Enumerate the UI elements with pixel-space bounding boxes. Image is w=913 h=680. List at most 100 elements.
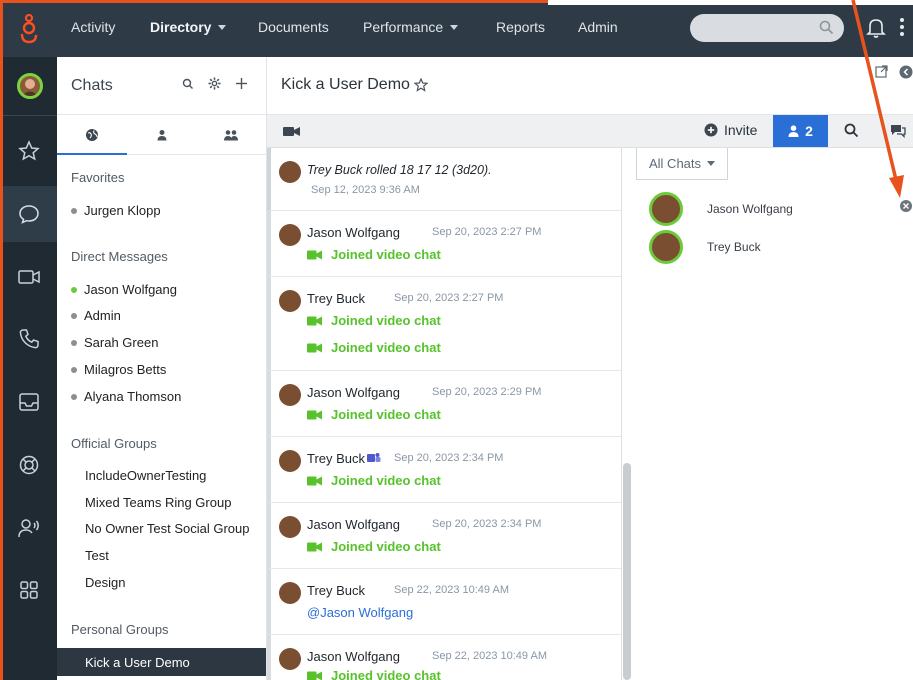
participants-button[interactable]: 2	[773, 115, 828, 147]
message-author[interactable]: Jason Wolfgang	[307, 517, 400, 532]
participant-name: Jason Wolfgang	[707, 202, 793, 216]
dm-item-name: Milagros Betts	[84, 362, 167, 377]
video-icon[interactable]	[0, 249, 57, 305]
dm-item[interactable]: Milagros Betts	[71, 362, 166, 377]
nav-reports[interactable]: Reports	[496, 19, 545, 35]
official-group-item[interactable]: Mixed Teams Ring Group	[85, 495, 231, 510]
favorites-star-icon[interactable]	[0, 123, 57, 179]
video-joined-line: Joined video chat	[307, 407, 441, 422]
left-rail	[0, 57, 57, 680]
chevron-down-icon	[707, 161, 716, 166]
system-message-text: Trey Buck rolled 18 17 12 (3d20).	[307, 163, 492, 177]
user-avatar[interactable]	[17, 73, 43, 99]
dm-item[interactable]: Sarah Green	[71, 335, 158, 350]
threads-icon[interactable]	[889, 123, 907, 138]
message-timestamp: Sep 20, 2023 2:27 PM	[394, 292, 504, 304]
group-icon	[223, 129, 239, 141]
more-options-icon[interactable]	[898, 16, 906, 38]
pop-out-icon[interactable]	[875, 65, 888, 78]
nav-reports-label: Reports	[496, 19, 546, 35]
nav-admin[interactable]: Admin	[578, 19, 618, 35]
message-author[interactable]: Trey Buck	[307, 291, 365, 306]
dm-item[interactable]: Jason Wolfgang	[71, 282, 177, 297]
official-group-item[interactable]: Design	[85, 575, 125, 590]
participant-row[interactable]: Jason Wolfgang	[649, 192, 793, 226]
message-item: Jason Wolfgang Sep 22, 2023 10:49 AM Joi…	[267, 635, 621, 680]
favorite-item[interactable]: Jurgen Klopp	[71, 203, 161, 218]
dm-item[interactable]: Admin	[71, 308, 121, 323]
user-mention-link[interactable]: @Jason Wolfgang	[307, 605, 413, 620]
message-author[interactable]: Jason Wolfgang	[307, 385, 400, 400]
video-joined-line: Joined video chat	[307, 539, 441, 554]
notifications-bell-icon[interactable]	[866, 17, 886, 39]
message-list: Trey Buck rolled 18 17 12 (3d20). Sep 12…	[267, 148, 622, 680]
search-icon[interactable]	[844, 123, 859, 138]
nav-directory[interactable]: Directory	[150, 19, 227, 35]
tab-groups[interactable]	[196, 115, 266, 154]
video-joined-text: Joined video chat	[331, 340, 441, 355]
inbox-icon[interactable]	[0, 374, 57, 430]
nav-performance[interactable]: Performance	[363, 19, 459, 35]
favorite-star-icon[interactable]	[414, 78, 428, 92]
direct-messages-section-title: Direct Messages	[71, 249, 168, 264]
message-author[interactable]: Trey Buck	[307, 451, 365, 466]
video-joined-text: Joined video chat	[331, 473, 441, 488]
video-joined-line: Joined video chat	[307, 313, 441, 328]
dm-item-name: Admin	[84, 308, 121, 323]
dm-item-name: Alyana Thomson	[84, 389, 182, 404]
message-author[interactable]: Trey Buck	[307, 583, 365, 598]
nav-documents[interactable]: Documents	[258, 19, 329, 35]
avatar	[279, 161, 301, 183]
official-group-item[interactable]: Test	[85, 548, 109, 563]
apps-grid-icon[interactable]	[0, 562, 57, 618]
person-icon	[156, 129, 168, 141]
message-author[interactable]: Jason Wolfgang	[307, 649, 400, 664]
video-joined-text: Joined video chat	[331, 539, 441, 554]
video-call-icon[interactable]	[283, 126, 300, 137]
message-scrollbar[interactable]	[623, 463, 631, 680]
official-group-item[interactable]: No Owner Test Social Group	[85, 521, 250, 536]
nav-directory-label: Directory	[150, 19, 212, 35]
contact-center-icon[interactable]	[0, 500, 57, 556]
chats-tabs	[57, 115, 266, 155]
avatar	[279, 290, 301, 312]
remove-participant-icon[interactable]	[900, 200, 912, 212]
video-joined-line: Joined video chat	[307, 668, 441, 680]
phone-icon[interactable]	[0, 311, 57, 367]
participants-panel: All Chats Jason Wolfgang Trey Buck	[631, 148, 913, 680]
personal-group-item-selected[interactable]: Kick a User Demo	[57, 648, 266, 676]
message-item: Trey Buck Sep 20, 2023 2:34 PM Joined vi…	[267, 437, 621, 503]
message-item: Trey Buck Sep 20, 2023 2:27 PM Joined vi…	[267, 277, 621, 371]
avatar	[649, 230, 683, 264]
dm-item[interactable]: Alyana Thomson	[71, 389, 181, 404]
genesys-logo-icon[interactable]	[0, 0, 57, 57]
chat-bubble-icon[interactable]	[0, 186, 57, 242]
annotation-gap	[548, 0, 913, 5]
message-timestamp: Sep 20, 2023 2:27 PM	[432, 226, 542, 238]
nav-activity[interactable]: Activity	[71, 19, 115, 35]
search-icon[interactable]	[182, 78, 194, 90]
avatar	[279, 450, 301, 472]
tab-all[interactable]	[57, 115, 127, 155]
system-message: Trey Buck rolled 18 17 12 (3d20). Sep 12…	[267, 148, 621, 211]
video-joined-line: Joined video chat	[307, 247, 441, 262]
plus-icon[interactable]	[235, 77, 248, 90]
global-search-input[interactable]	[690, 14, 844, 42]
room-title: Kick a User Demo	[281, 76, 410, 93]
collapse-panel-icon[interactable]	[899, 65, 913, 79]
tab-people[interactable]	[127, 115, 197, 154]
official-group-item[interactable]: IncludeOwnerTesting	[85, 468, 206, 483]
participants-filter-dropdown[interactable]: All Chats	[636, 148, 728, 180]
gear-icon[interactable]	[208, 77, 221, 90]
nav-performance-label: Performance	[363, 19, 444, 35]
lifebuoy-icon[interactable]	[0, 437, 57, 493]
message-item: Jason Wolfgang Sep 20, 2023 2:29 PM Join…	[267, 371, 621, 437]
presence-dot	[71, 339, 77, 346]
message-author[interactable]: Jason Wolfgang	[307, 225, 400, 240]
invite-button[interactable]: Invite	[704, 122, 757, 138]
rail-divider	[0, 115, 57, 116]
avatar	[279, 582, 301, 604]
invite-label: Invite	[724, 122, 758, 138]
participant-row[interactable]: Trey Buck	[649, 230, 761, 264]
plus-circle-icon	[704, 123, 718, 137]
